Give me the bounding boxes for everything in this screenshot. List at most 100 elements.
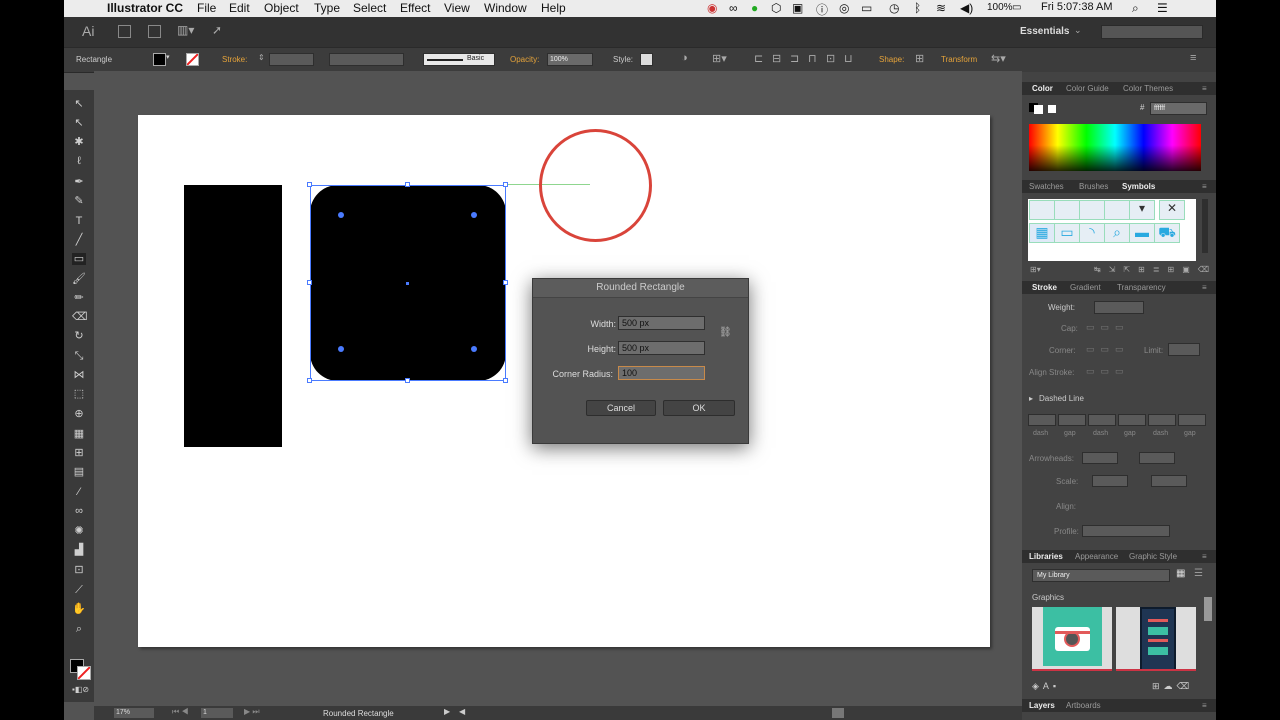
horizontal-scrollbar-thumb[interactable] — [832, 708, 844, 718]
time-machine-icon[interactable]: ◷ — [889, 1, 899, 15]
bounding-handle-s[interactable] — [405, 378, 410, 383]
status-menu-icon[interactable]: ▶ — [444, 707, 450, 716]
constrain-proportions-icon[interactable]: ⛓ — [719, 327, 732, 338]
symbol-item[interactable] — [1054, 200, 1080, 220]
library-dropdown[interactable]: My Library — [1032, 569, 1170, 582]
dash-input[interactable] — [1148, 414, 1176, 426]
selection-tool-icon[interactable]: ↖ — [72, 98, 86, 110]
end-arrowhead-dropdown[interactable] — [1139, 452, 1175, 464]
pen-tool-icon[interactable]: ✒ — [72, 176, 86, 188]
hand-tool-icon[interactable]: ✋ — [72, 603, 86, 615]
cap-buttons-icons[interactable]: ▭▭▭ — [1086, 322, 1130, 333]
live-corner-widget[interactable] — [338, 346, 344, 352]
tab-graphic-styles[interactable]: Graphic Style — [1129, 552, 1177, 561]
tab-libraries[interactable]: Libraries — [1029, 552, 1063, 561]
tab-swatches[interactable]: Swatches — [1029, 182, 1064, 191]
volume-icon[interactable]: ◀) — [960, 1, 973, 15]
bounding-handle-sw[interactable] — [307, 378, 312, 383]
lasso-tool-icon[interactable]: ℓ — [72, 155, 86, 167]
variable-width-profile[interactable] — [329, 53, 404, 66]
direct-selection-tool-icon[interactable]: ↖ — [72, 117, 86, 129]
line-segment-tool-icon[interactable]: ╱ — [72, 234, 86, 246]
close-symbol-icon[interactable]: ✕ — [1159, 200, 1185, 220]
creative-cloud-icon[interactable]: ∞ — [729, 1, 738, 15]
tab-color-guide[interactable]: Color Guide — [1066, 84, 1109, 93]
previous-artboard-icons[interactable]: ⏮ ◀ — [172, 707, 189, 717]
artboard-tool-icon[interactable]: ⊡ — [72, 564, 86, 576]
dropbox-icon[interactable]: ⬡ — [771, 1, 781, 15]
column-graph-tool-icon[interactable]: ▟ — [72, 544, 86, 556]
stroke-mini-swatch[interactable] — [1034, 105, 1043, 114]
menu-object[interactable]: Object — [264, 1, 299, 15]
stroke-label[interactable]: Stroke: — [222, 55, 247, 64]
tab-color[interactable]: Color — [1032, 84, 1053, 93]
scroll-left-icon[interactable]: ◀ — [459, 707, 465, 716]
recolor-artwork-icon[interactable]: ◑ — [681, 52, 688, 64]
bounding-handle-w[interactable] — [307, 280, 312, 285]
info-icon[interactable]: ⓘ — [816, 1, 828, 18]
symbols-scrollbar[interactable] — [1202, 199, 1208, 253]
search-stock-input[interactable] — [1101, 25, 1203, 39]
library-actions-icons[interactable]: ⊞☁⌫ — [1152, 681, 1193, 692]
limit-input[interactable] — [1168, 343, 1200, 356]
start-scale-input[interactable] — [1092, 475, 1128, 487]
gap-input[interactable] — [1058, 414, 1086, 426]
menu-effect[interactable]: Effect — [400, 1, 430, 15]
blend-tool-icon[interactable]: ∞ — [72, 505, 86, 517]
tab-appearance[interactable]: Appearance — [1075, 552, 1118, 561]
ok-button[interactable]: OK — [663, 400, 735, 416]
library-graphic-phone[interactable] — [1116, 607, 1196, 671]
graphic-style-swatch[interactable] — [640, 53, 653, 66]
fill-color-swatch[interactable] — [153, 53, 166, 66]
live-corner-widget[interactable] — [338, 212, 344, 218]
mesh-tool-icon[interactable]: ⊞ — [72, 447, 86, 459]
symbol-item[interactable] — [1104, 200, 1130, 220]
tab-layers[interactable]: Layers — [1029, 701, 1055, 710]
bluetooth-icon[interactable]: ᛒ — [914, 1, 921, 15]
zoom-tool-icon[interactable]: ⌕ — [72, 623, 86, 635]
stroke-panel-menu-icon[interactable]: ≡ — [1202, 283, 1207, 292]
align-right-icon[interactable]: ⊐ — [790, 52, 799, 65]
zoom-level-field[interactable]: 17% — [114, 708, 154, 718]
color-mode-icons[interactable]: ▪◧⊘ — [72, 684, 89, 696]
cart-symbol-icon[interactable]: ⛟ — [1154, 223, 1180, 243]
menu-type[interactable]: Type — [314, 1, 340, 15]
rss-symbol-icon[interactable]: ◝ — [1079, 223, 1105, 243]
perspective-grid-tool-icon[interactable]: ▦ — [72, 428, 86, 440]
symbol-sprayer-tool-icon[interactable]: ✺ — [72, 525, 86, 537]
color-spectrum[interactable] — [1029, 124, 1201, 171]
pencil-tool-icon[interactable]: ✏ — [72, 292, 86, 304]
menu-help[interactable]: Help — [541, 1, 566, 15]
white-swatch[interactable] — [1048, 105, 1056, 113]
shape-label[interactable]: Shape: — [879, 55, 904, 64]
search-symbol-icon[interactable]: ⌕ — [1104, 223, 1130, 243]
corner-radius-input[interactable] — [618, 366, 705, 380]
libraries-panel-menu-icon[interactable]: ≡ — [1202, 552, 1207, 561]
corner-buttons-icons[interactable]: ▭▭▭ — [1086, 344, 1130, 355]
opacity-input[interactable]: 100% — [547, 53, 593, 66]
live-corner-widget[interactable] — [471, 346, 477, 352]
scale-tool-icon[interactable]: ⤡ — [72, 350, 86, 362]
arrange-documents-icon[interactable]: ▥▾ — [177, 23, 194, 37]
spotlight-icon[interactable]: ⌕ — [1132, 1, 1139, 16]
tab-artboards[interactable]: Artboards — [1066, 701, 1101, 710]
workspace-switcher[interactable]: Essentials — [1020, 26, 1069, 37]
layers-panel-menu-icon[interactable]: ≡ — [1202, 701, 1207, 710]
paintbrush-tool-icon[interactable]: 🖌 — [72, 273, 86, 285]
symbol-libraries-menu-icon[interactable]: ⊞▾ — [1030, 265, 1041, 274]
bounding-handle-n[interactable] — [405, 182, 410, 187]
tab-brushes[interactable]: Brushes — [1079, 182, 1108, 191]
menu-edit[interactable]: Edit — [229, 1, 250, 15]
bounding-handle-e[interactable] — [503, 280, 508, 285]
gradient-tool-icon[interactable]: ▤ — [72, 466, 86, 478]
eraser-tool-icon[interactable]: ⌫ — [72, 311, 88, 323]
profile-dropdown[interactable] — [1082, 525, 1170, 537]
stroke-color-swatch[interactable] — [186, 53, 199, 66]
library-graphic-camera[interactable] — [1032, 607, 1112, 671]
type-tool-icon[interactable]: T — [72, 215, 86, 227]
align-icon[interactable]: ⊞▾ — [712, 52, 727, 65]
tab-gradient[interactable]: Gradient — [1070, 283, 1101, 292]
gap-input[interactable] — [1118, 414, 1146, 426]
width-input[interactable] — [618, 316, 705, 330]
rounded-rectangle-tool-icon[interactable]: ▭ — [72, 253, 86, 265]
